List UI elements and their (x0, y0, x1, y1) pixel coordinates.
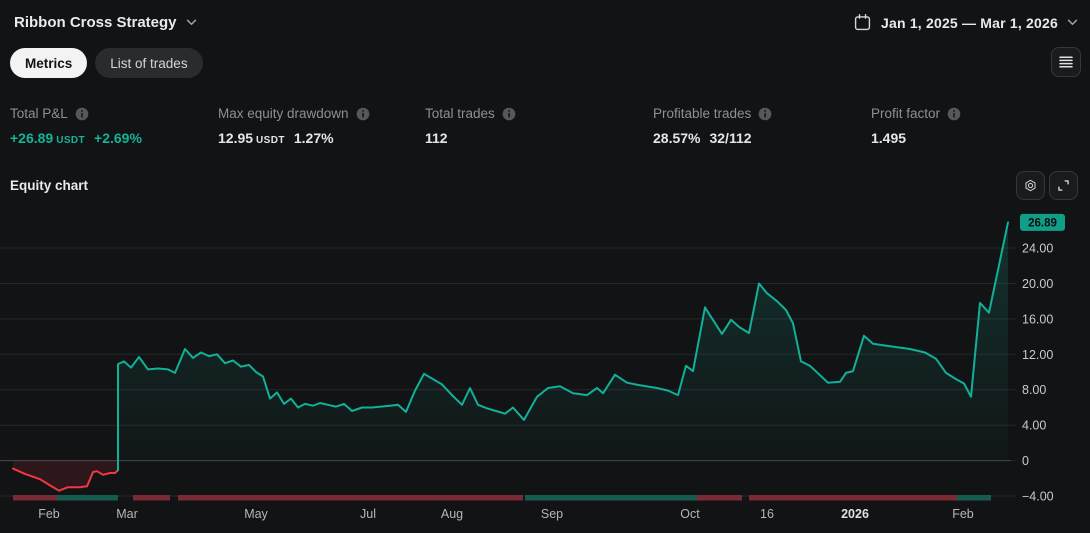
y-axis-label: −4.00 (1022, 490, 1054, 504)
report-tabs: Metrics List of trades (10, 48, 203, 78)
position-strip-segment (57, 495, 118, 501)
x-axis-label: Feb (952, 507, 974, 521)
position-strip-segment (957, 495, 991, 501)
y-axis-label: 4.00 (1022, 419, 1046, 433)
last-value-badge: 26.89 (1020, 213, 1065, 231)
metric-value: 12.95 USDT 1.27% (218, 130, 370, 146)
position-strip-segment (697, 495, 742, 501)
metric-value: 28.57% 32/112 (653, 130, 772, 146)
metric-label: Profitable trades (653, 106, 752, 121)
info-icon[interactable] (502, 107, 516, 121)
rows-icon (1059, 56, 1073, 68)
chevron-down-icon (1067, 19, 1078, 26)
strategy-selector[interactable]: Ribbon Cross Strategy (14, 14, 197, 31)
equity-chart-canvas[interactable]: 24.00 20.00 16.00 12.00 8.00 4.00 0 −4.00 Feb Mar… (0, 200, 1090, 533)
metric-value-part: 28.57% (653, 130, 701, 146)
metric-profit-factor: Profit factor 1.495 (871, 106, 961, 146)
info-icon[interactable] (758, 107, 772, 121)
tab-metrics[interactable]: Metrics (10, 48, 88, 78)
metric-value: 112 (425, 130, 516, 146)
metric-max-equity-drawdown: Max equity drawdown 12.95 USDT 1.27% (218, 106, 370, 146)
info-icon[interactable] (356, 107, 370, 121)
metric-value: 1.495 (871, 130, 961, 146)
x-axis-label: Jul (360, 507, 376, 521)
position-strip-segment (13, 495, 57, 501)
calendar-icon (854, 14, 871, 31)
metric-profitable-trades: Profitable trades 28.57% 32/112 (653, 106, 772, 146)
metric-value-part: USDT (56, 135, 86, 146)
info-icon[interactable] (75, 107, 89, 121)
metric-value-part: USDT (256, 135, 285, 146)
metric-label: Total P&L (10, 106, 68, 121)
metric-total-trades: Total trades 112 (425, 106, 516, 146)
x-axis-label: May (244, 507, 268, 521)
position-strip-segment (525, 495, 697, 501)
y-axis-label: 20.00 (1022, 277, 1053, 291)
svg-text:26.89: 26.89 (1028, 218, 1057, 230)
chevron-down-icon (186, 19, 196, 26)
metric-value-part: 1.27% (293, 130, 334, 146)
x-axis-label: Feb (38, 507, 60, 521)
metric-value-part: 112 (425, 130, 448, 146)
metric-label: Total trades (425, 106, 495, 121)
metric-value-part: +26.89 (10, 130, 54, 146)
report-layout-button[interactable] (1051, 47, 1081, 77)
y-axis-label: 16.00 (1022, 312, 1053, 326)
x-axis-label: Sep (541, 507, 563, 521)
metric-value: +26.89 USDT +2.69% (10, 130, 142, 146)
gear-icon (1025, 179, 1036, 192)
strategy-name: Ribbon Cross Strategy (14, 14, 177, 31)
chart-settings-button[interactable] (1016, 171, 1045, 200)
metric-label: Profit factor (871, 106, 941, 121)
info-icon[interactable] (947, 107, 961, 121)
metric-value-part: 32/112 (709, 130, 752, 146)
y-axis-label: 8.00 (1022, 383, 1046, 397)
y-axis-label: 24.00 (1022, 242, 1053, 256)
position-strip-segment (133, 495, 170, 501)
x-axis-label: 2026 (841, 507, 869, 521)
y-axis-label: 12.00 (1022, 348, 1053, 362)
metric-value-part: 12.95 (218, 130, 254, 146)
x-axis-label: Aug (441, 507, 463, 521)
metric-value-part: 1.495 (871, 130, 907, 146)
tab-list-of-trades[interactable]: List of trades (95, 48, 203, 78)
x-axis-label: Oct (680, 507, 700, 521)
position-strip-segment (178, 495, 523, 501)
y-axis-label: 0 (1022, 454, 1029, 468)
metric-value-part: +2.69% (94, 130, 142, 146)
position-strip-segment (749, 495, 957, 501)
expand-icon (1058, 180, 1069, 191)
equity-fill (118, 222, 1008, 461)
chart-expand-button[interactable] (1049, 171, 1078, 200)
metric-total-p-l: Total P&L +26.89 USDT +2.69% (10, 106, 142, 146)
x-axis-label: 16 (760, 507, 774, 521)
date-range-text: Jan 1, 2025 — Mar 1, 2026 (881, 14, 1058, 31)
metric-label: Max equity drawdown (218, 106, 349, 121)
x-axis-label: Mar (116, 507, 138, 521)
chart-section-title: Equity chart (10, 178, 89, 193)
date-range-picker[interactable]: Jan 1, 2025 — Mar 1, 2026 (853, 13, 1078, 32)
